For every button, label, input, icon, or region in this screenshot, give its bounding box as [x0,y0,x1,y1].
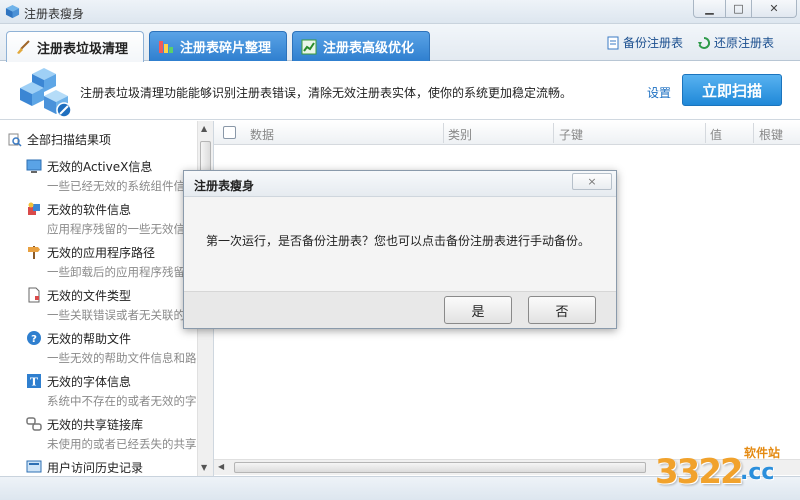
column-header-root-key[interactable]: 根键 [759,126,783,143]
tree-item-label: 无效的共享链接库 [47,417,144,432]
font-icon: T [27,374,41,389]
scroll-left-icon[interactable]: ◀ [218,462,224,471]
svg-text:T: T [30,376,39,389]
restore-registry-link[interactable]: 还原注册表 [697,34,774,51]
title-bar: 注册表瘦身 ▁ □ ✕ [0,0,800,24]
minimize-icon: ▁ [705,2,714,15]
broom-icon [17,40,30,54]
watermark-site-label: 软件站 [744,446,781,460]
magnifier-icon [8,133,22,147]
registry-cubes-icon [20,68,72,118]
defrag-icon [159,40,173,53]
column-divider [705,123,706,143]
dialog-close-button[interactable]: × [572,173,612,190]
chart-up-icon [301,39,317,54]
link-icon [26,417,42,431]
scroll-down-icon[interactable]: ▼ [201,463,207,472]
info-bar: 注册表垃圾清理功能能够识别注册表错误，清除无效注册表实体，使你的系统更加稳定流畅… [0,62,800,120]
restore-icon [698,36,711,49]
tree-item-user-history[interactable]: 用户访问历史记录 [26,459,213,475]
tree-item-label: 无效的文件类型 [47,288,132,303]
column-divider [753,123,754,143]
minimize-button[interactable]: ▁ [693,0,726,18]
tab-label: 注册表垃圾清理 [37,41,129,57]
history-icon [26,460,42,473]
tree-item-desc: 未使用的或者已经丢失的共享链接库 [47,437,212,451]
column-header-subkey[interactable]: 子键 [559,126,583,143]
table-scroll-thumb[interactable] [234,462,646,473]
dialog-title: 注册表瘦身 [194,179,255,193]
watermark-suffix: .cc [740,460,775,485]
tree-item-font[interactable]: T 无效的字体信息 系统中不存在的或者无效的字体 [26,373,213,409]
select-all-checkbox[interactable] [223,126,236,139]
tab-label: 注册表碎片整理 [180,41,272,56]
tab-bar: 注册表垃圾清理 注册表碎片整理 注册表高级优化 备份注册表 还原注册表 [0,24,800,62]
tree-item-desc: 一些无效的帮助文件信息和路径 [47,351,208,365]
software-icon [28,202,40,215]
maximize-button[interactable]: □ [725,0,752,18]
tab-label: 注册表高级优化 [323,41,415,56]
column-header-data[interactable]: 数据 [250,126,274,143]
app-cube-icon [5,4,20,19]
close-icon: ✕ [769,2,779,15]
tab-registry-defrag[interactable]: 注册表碎片整理 [149,31,287,61]
tab-registry-optimize[interactable]: 注册表高级优化 [292,31,430,61]
dialog-title-bar: 注册表瘦身 × [184,171,616,197]
restore-label: 还原注册表 [714,36,775,50]
backup-icon [607,36,619,49]
tree-item-desc: 系统中不存在的或者无效的字体 [47,394,208,408]
tree-item-label: 无效的字体信息 [47,374,132,389]
maximize-icon: □ [733,2,744,15]
column-divider [443,123,444,143]
tree-item-label: 无效的帮助文件 [47,331,132,346]
backup-registry-link[interactable]: 备份注册表 [606,34,683,51]
scroll-up-icon[interactable]: ▲ [201,124,207,133]
scan-now-button[interactable]: 立即扫描 [682,74,782,106]
tree-item-help-file[interactable]: ? 无效的帮助文件 一些无效的帮助文件信息和路径 [26,330,213,366]
scan-results-tree: 全部扫描结果项 无效的ActiveX信息 一些已经无效的系统组件信息 无效的软件… [0,121,214,476]
tree-item-label: 无效的应用程序路径 [47,245,156,260]
column-divider [553,123,554,143]
signpost-icon [28,246,40,259]
watermark-number: 3322 [655,452,744,492]
info-description: 注册表垃圾清理功能能够识别注册表错误，清除无效注册表实体，使你的系统更加稳定流畅… [80,86,573,100]
dialog-message: 第一次运行，是否备份注册表？您也可以点击备份注册表进行手动备份。 [206,234,591,248]
backup-prompt-dialog: 注册表瘦身 × 第一次运行，是否备份注册表？您也可以点击备份注册表进行手动备份。… [183,170,617,329]
close-button[interactable]: ✕ [751,0,797,18]
tree-item-shared-dll[interactable]: 无效的共享链接库 未使用的或者已经丢失的共享链接库 [26,416,213,452]
dialog-footer: 是 否 [184,291,616,328]
tree-root-all-results[interactable]: 全部扫描结果项 [8,131,111,148]
column-header-category[interactable]: 类别 [448,126,472,143]
table-header: 数据 类别 子键 值 根键 [214,121,800,145]
help-icon: ? [27,331,41,345]
tree-item-label: 无效的ActiveX信息 [47,159,153,174]
tree-item-label: 无效的软件信息 [47,202,132,217]
tab-registry-cleanup[interactable]: 注册表垃圾清理 [6,31,144,62]
settings-link[interactable]: 设置 [647,84,671,101]
monitor-icon [26,159,42,173]
no-button[interactable]: 否 [528,296,596,324]
tree-root-label: 全部扫描结果项 [27,133,112,147]
column-header-value[interactable]: 值 [710,126,722,143]
svg-text:?: ? [31,334,37,345]
window-title: 注册表瘦身 [24,7,85,21]
yes-button[interactable]: 是 [444,296,512,324]
file-icon [28,287,40,303]
tree-item-label: 用户访问历史记录 [47,460,144,475]
backup-label: 备份注册表 [623,36,684,50]
dialog-body: 第一次运行，是否备份注册表？您也可以点击备份注册表进行手动备份。 [184,198,616,292]
close-icon: × [587,175,597,188]
